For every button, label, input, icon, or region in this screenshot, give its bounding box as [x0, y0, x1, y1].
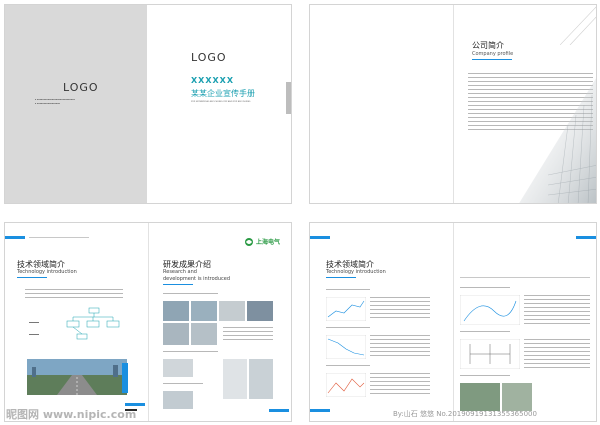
- tech2-gray-line: [460, 277, 590, 278]
- cover-subtitle: XXX ENTERPRISES BROCHURES XXX AND XXX BR…: [191, 101, 251, 103]
- tech2-top-bar: [310, 236, 330, 239]
- tech2-caption-3: [326, 365, 370, 369]
- tech2-caption-2: [326, 327, 370, 331]
- cover-contact-text: ▪ ▪▪▪▪▪▪▪▪▪▪▪▪▪▪▪▪▪▪▪▪▪▪▪▪▪▪▪▪: [35, 99, 75, 101]
- research-photo-10: [163, 391, 193, 409]
- research-underline: [163, 284, 193, 285]
- tech2-top-bar-right: [576, 236, 596, 239]
- tech2-right-photo-2: [502, 383, 532, 411]
- research-photo-2: [191, 301, 217, 321]
- highway-photo: [27, 359, 127, 395]
- cover-contact-text-2: ▪ ▪▪▪▪▪▪▪▪▪▪▪▪▪▪▪▪▪: [35, 103, 61, 105]
- research-subtitle-2: development is introduced: [163, 276, 231, 282]
- tech2-right-caption-3: [460, 375, 510, 379]
- tech1-flow-diagram: [29, 307, 120, 340]
- research-caption-1: [163, 293, 218, 297]
- research-subtitle-1: Research and: [163, 269, 197, 275]
- research-photo-4: [247, 301, 273, 321]
- tech2-caption-1: [326, 289, 370, 293]
- research-caption-2: [163, 351, 218, 355]
- cover-spread: LOGO ▪ ▪▪▪▪▪▪▪▪▪▪▪▪▪▪▪▪▪▪▪▪▪▪▪▪▪▪▪▪ ▪ ▪▪…: [4, 4, 292, 204]
- tech1-underline: [17, 277, 47, 278]
- cover-logo-left: LOGO: [63, 81, 99, 94]
- tech1-subtitle: Technology introduction: [17, 269, 77, 275]
- tech2-text-2: [370, 335, 430, 359]
- tech2-right-photo: [460, 383, 500, 411]
- company-title-underline: [472, 59, 512, 60]
- tech2-bottom-bar: [310, 409, 330, 412]
- research-photo-6: [191, 323, 217, 345]
- tech2-right-caption-2: [460, 331, 510, 335]
- research-photo-7: [163, 359, 193, 377]
- tech2-chart-3: [326, 373, 366, 397]
- research-photo-5: [163, 323, 189, 345]
- top-gray-line: [29, 237, 89, 238]
- watermark-left: 昵图网 www.nipic.com: [6, 408, 137, 421]
- watermark-right: By:山石 悠悠 No.20190919131355365000: [393, 410, 537, 418]
- cover-gray-bar: [286, 82, 291, 114]
- tech2-right-diagram-2: [460, 339, 520, 369]
- tech2-underline: [326, 277, 356, 278]
- building-graphic: [519, 78, 596, 203]
- research-photo-1: [163, 301, 189, 321]
- spread-fold: [453, 223, 454, 421]
- company-subtitle: Company profile: [472, 51, 514, 57]
- cover-back-panel: [5, 5, 147, 203]
- tech-research-spread: 技术领域简介 Technology introduction 上海电气 研发成果…: [4, 222, 292, 422]
- brand-name: 上海电气: [256, 239, 281, 246]
- tech2-text-1: [370, 297, 430, 321]
- brand-logo-icon: [245, 238, 253, 246]
- tech2-chart-1: [326, 297, 366, 321]
- spread-fold: [453, 5, 454, 203]
- side-label-vertical: [122, 363, 128, 393]
- tech2-spread: 技术领域简介 Technology introduction: [309, 222, 597, 422]
- diagonal-lines: [560, 6, 596, 45]
- tech2-right-caption-1: [460, 287, 510, 291]
- cover-code: XXXXXX: [191, 76, 235, 85]
- tech2-right-text-1: [524, 295, 590, 325]
- top-blue-bar: [5, 236, 25, 239]
- research-caption-3: [163, 383, 203, 387]
- research-photo-9: [249, 359, 273, 399]
- tech2-subtitle: Technology introduction: [326, 269, 386, 275]
- company-title: 公司简介: [472, 41, 504, 50]
- company-spread: 公司简介 Company profile: [309, 4, 597, 204]
- tech2-right-chart-1: [460, 295, 520, 325]
- research-side-text: [223, 327, 273, 341]
- tech2-chart-2: [326, 335, 366, 359]
- tech2-right-text-2: [524, 339, 590, 369]
- cover-logo-right: LOGO: [191, 51, 227, 64]
- tech2-text-3: [370, 373, 430, 397]
- research-bottom-bar: [269, 409, 289, 412]
- spread-fold: [148, 223, 149, 421]
- tech1-paragraph: [25, 289, 123, 299]
- research-photo-8: [223, 359, 247, 399]
- research-photo-3: [219, 301, 245, 321]
- cover-title: 某某企业宣传手册: [191, 89, 255, 98]
